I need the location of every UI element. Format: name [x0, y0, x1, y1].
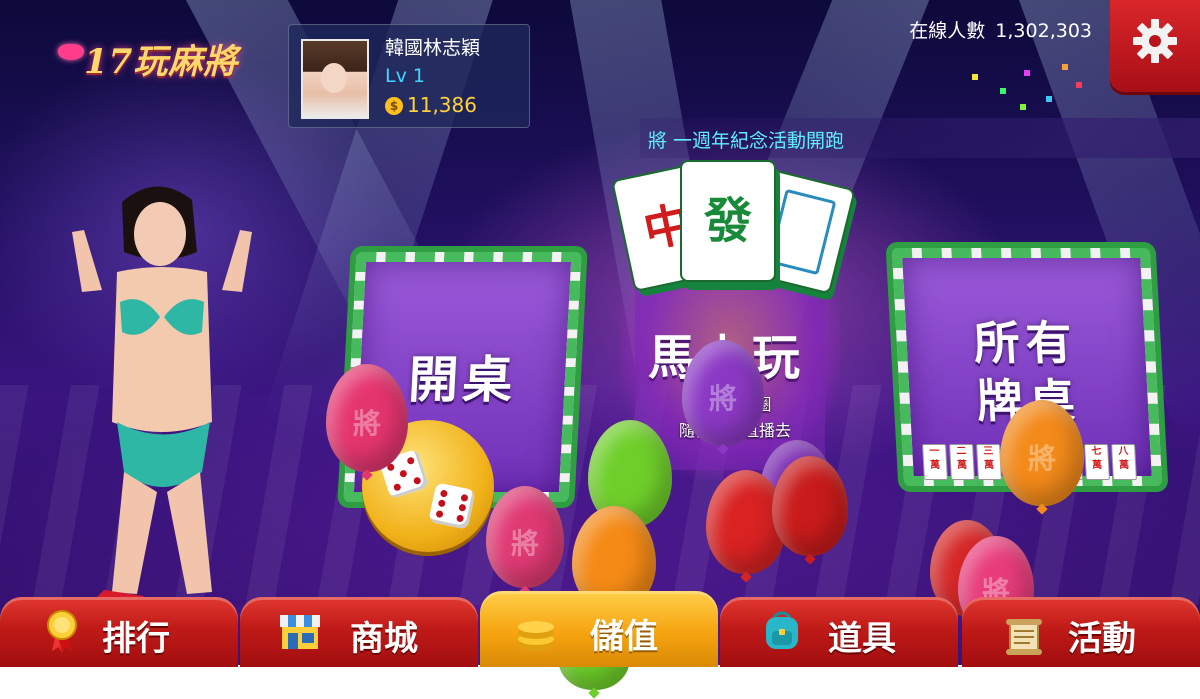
- balloon: 將: [326, 364, 408, 472]
- wan-tile: 一 萬: [922, 444, 948, 480]
- balloon-char: 將: [510, 526, 539, 560]
- online-count: 在線人數 1,302,303: [899, 16, 1092, 43]
- confetti: [1024, 70, 1030, 76]
- app-logo: 17玩麻將: [52, 18, 272, 88]
- nav-shop-button[interactable]: 商城: [240, 597, 478, 667]
- nav-ranking-button[interactable]: 排行: [0, 597, 238, 667]
- lips-icon: [58, 44, 84, 60]
- coin-icon: $: [385, 97, 403, 115]
- nav-items-label: 道具: [828, 619, 896, 659]
- nav-ranking-label: 排行: [102, 619, 170, 659]
- profile-card[interactable]: 韓國林志穎 Lv 1 $ 11,386: [288, 24, 530, 128]
- player-coins: 11,386: [407, 93, 477, 117]
- announcement-marquee: 將 一週年紀念活動開跑: [640, 118, 1200, 158]
- confetti: [1046, 96, 1052, 102]
- balloon: 將: [486, 486, 564, 588]
- avatar[interactable]: [301, 39, 369, 119]
- nav-items-button[interactable]: 道具: [720, 597, 958, 667]
- medal-icon: [47, 610, 77, 653]
- coin-stack-icon: [518, 621, 554, 651]
- balloon-char: 將: [708, 382, 737, 416]
- gear-icon: [1133, 19, 1177, 63]
- confetti: [972, 74, 978, 80]
- wan-tile: 二 萬: [949, 444, 975, 480]
- balloon: [772, 456, 848, 556]
- scroll-icon: [1006, 619, 1042, 655]
- nav-events-label: 活動: [1068, 619, 1136, 659]
- bottom-nav: 排行 商城 儲值 道具 活動: [0, 587, 1200, 667]
- player-name: 韓國林志穎: [385, 37, 481, 59]
- settings-button[interactable]: [1110, 0, 1200, 92]
- online-label: 在線人數: [909, 20, 986, 42]
- shop-icon: [280, 615, 320, 649]
- logo-text: 17玩麻將: [84, 42, 239, 82]
- mahjong-tile-green-dragon: 發: [680, 160, 776, 282]
- balloon-char: 將: [352, 406, 381, 440]
- online-number: 1,302,303: [995, 20, 1092, 42]
- nav-shop-label: 商城: [350, 619, 418, 659]
- wan-tile: 三 萬: [976, 444, 1002, 480]
- nav-topup-button[interactable]: 儲值: [480, 591, 718, 667]
- balloon: 將: [682, 340, 764, 446]
- nav-events-button[interactable]: 活動: [962, 597, 1200, 667]
- backpack-icon: [766, 611, 798, 649]
- model-illustration: [72, 186, 252, 608]
- wan-tile: 七 萬: [1084, 444, 1110, 480]
- balloon: 將: [1000, 400, 1084, 506]
- confetti: [1076, 82, 1082, 88]
- confetti: [1062, 64, 1068, 70]
- wan-tile: 八 萬: [1111, 444, 1137, 480]
- confetti: [1020, 104, 1026, 110]
- dice-icon: [428, 482, 476, 530]
- balloon-char: 將: [1027, 442, 1056, 476]
- confetti: [1000, 88, 1006, 94]
- player-level: Lv 1: [385, 65, 425, 87]
- all-tables-label-line1: 所有: [972, 316, 1080, 370]
- nav-topup-label: 儲值: [590, 617, 658, 657]
- announcement-text: 將 一週年紀念活動開跑: [648, 130, 845, 152]
